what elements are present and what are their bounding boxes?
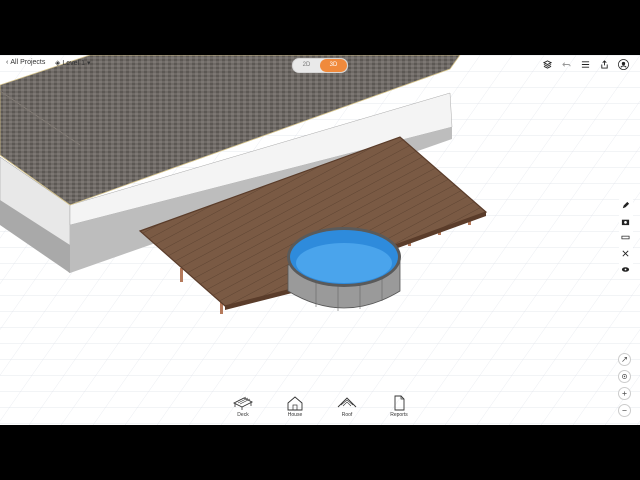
top-bar: ‹ All Projects ◈ Level 1 ▾ 2D 3D bbox=[0, 55, 640, 75]
view-2d-button[interactable]: 2D bbox=[293, 59, 320, 72]
tab-deck-label: Deck bbox=[237, 412, 249, 418]
zoom-toolbar bbox=[618, 353, 631, 417]
house-icon bbox=[287, 396, 303, 411]
tab-house-label: House bbox=[287, 412, 303, 418]
tab-roof[interactable]: Roof bbox=[332, 395, 362, 418]
all-projects-label: All Projects bbox=[10, 59, 46, 66]
user-icon[interactable] bbox=[617, 58, 630, 71]
roof-icon bbox=[337, 397, 357, 408]
view-3d-button[interactable]: 3D bbox=[320, 59, 347, 72]
chevron-down-icon: ▾ bbox=[86, 60, 91, 67]
fit-icon[interactable] bbox=[618, 353, 631, 366]
menu-icon[interactable] bbox=[579, 58, 592, 71]
chevron-left-icon: ‹ bbox=[6, 59, 9, 66]
tab-reports[interactable]: Reports bbox=[384, 395, 414, 418]
tab-roof-label: Roof bbox=[341, 412, 353, 418]
pool[interactable] bbox=[287, 227, 401, 311]
reports-icon bbox=[394, 395, 405, 411]
level-label: Level 1 bbox=[62, 59, 85, 67]
locate-icon[interactable] bbox=[618, 370, 631, 383]
scissors-icon[interactable] bbox=[619, 247, 632, 260]
3d-viewport[interactable] bbox=[0, 55, 640, 425]
deck-icon bbox=[232, 396, 254, 410]
app-window: ‹ All Projects ◈ Level 1 ▾ 2D 3D Deck Ho… bbox=[0, 55, 640, 425]
zoom-in-icon[interactable] bbox=[618, 387, 631, 400]
pencil-icon[interactable] bbox=[619, 199, 632, 212]
undo-icon[interactable] bbox=[560, 58, 573, 71]
all-projects-button[interactable]: ‹ All Projects bbox=[6, 59, 45, 66]
level-selector[interactable]: ◈ Level 1 ▾ bbox=[55, 59, 91, 68]
bottom-tab-bar: Deck House Roof Reports bbox=[228, 395, 414, 418]
layers-icon[interactable] bbox=[541, 58, 554, 71]
pool-water-shade bbox=[296, 243, 392, 283]
tab-deck[interactable]: Deck bbox=[228, 395, 258, 418]
zoom-out-icon[interactable] bbox=[618, 404, 631, 417]
tab-reports-label: Reports bbox=[390, 412, 408, 418]
side-toolbar bbox=[619, 199, 633, 276]
camera-icon[interactable] bbox=[619, 215, 632, 228]
layers-small-icon: ◈ bbox=[55, 60, 61, 67]
top-right-toolbar bbox=[541, 58, 630, 71]
share-icon[interactable] bbox=[598, 58, 611, 71]
tab-house[interactable]: House bbox=[280, 395, 310, 418]
eye-icon[interactable] bbox=[619, 263, 632, 276]
view-mode-toggle: 2D 3D bbox=[292, 58, 348, 73]
ruler-icon[interactable] bbox=[619, 231, 632, 244]
